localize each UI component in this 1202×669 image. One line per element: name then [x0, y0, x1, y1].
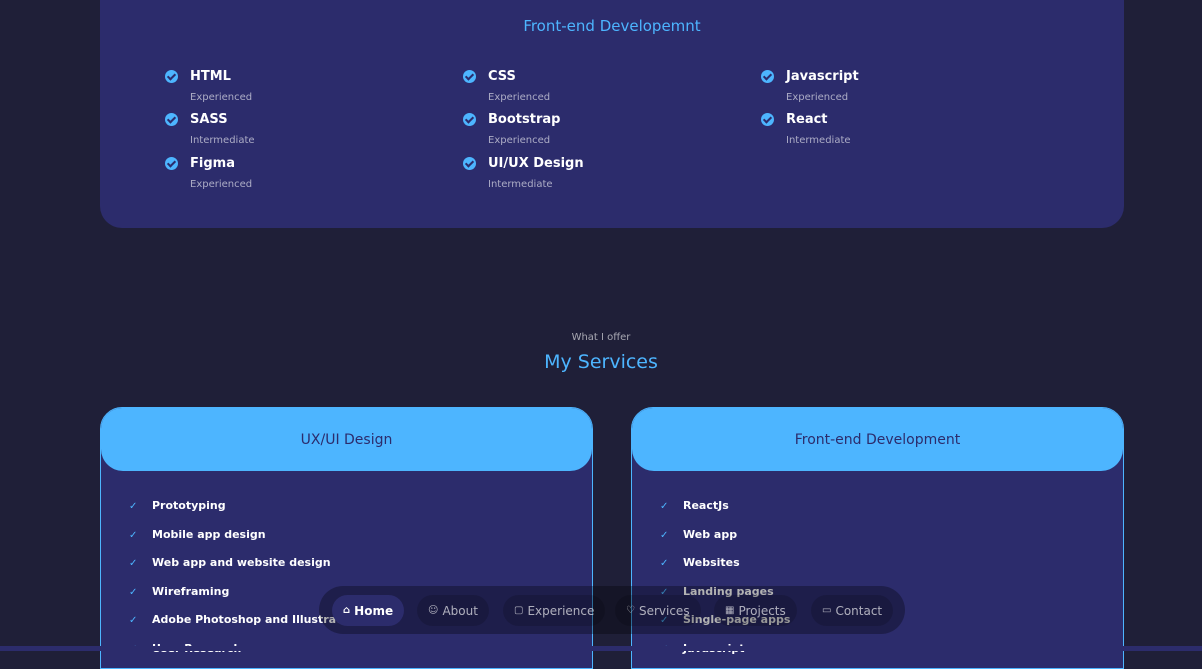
skill-level: Experienced: [786, 92, 849, 103]
nav-projects[interactable]: ▦ Projects: [714, 595, 797, 626]
projects-icon: ▦: [725, 605, 735, 616]
check-badge-icon: [761, 70, 774, 83]
service-card-header: Front-end Development: [632, 408, 1123, 471]
nav-contact[interactable]: ▭ Contact: [811, 595, 894, 626]
services-subtitle: What I offer: [571, 332, 631, 343]
skills-card: Front-end Developemnt HTML Experienced C…: [100, 0, 1124, 228]
check-icon: ✓: [129, 587, 138, 598]
services-title: My Services: [544, 351, 658, 373]
briefcase-icon: ▢: [514, 605, 524, 616]
bottom-divider: [0, 646, 1202, 651]
nav-about[interactable]: ☺ About: [417, 595, 489, 626]
skill-name: React: [786, 112, 828, 127]
skill-level: Intermediate: [190, 135, 255, 146]
check-icon: ✓: [660, 501, 669, 512]
service-card-title: Front-end Development: [794, 431, 961, 448]
check-badge-icon: [165, 70, 178, 83]
nav-label: Experience: [527, 603, 595, 618]
skill-name: SASS: [190, 112, 228, 127]
check-badge-icon: [463, 157, 476, 170]
nav-services[interactable]: ♡ Services: [615, 595, 701, 626]
skill-name: Bootstrap: [488, 112, 561, 127]
skill-name: HTML: [190, 69, 231, 84]
home-icon: ⌂: [343, 605, 351, 616]
check-icon: ✓: [129, 558, 138, 569]
chat-icon: ▭: [822, 605, 832, 616]
skill-name: CSS: [488, 69, 516, 84]
user-icon: ☺: [428, 605, 439, 616]
check-icon: ✓: [129, 615, 138, 626]
nav-label: Services: [638, 603, 690, 618]
skill-level: Experienced: [488, 92, 551, 103]
service-card-title: UX/UI Design: [300, 431, 393, 448]
check-icon: ✓: [660, 558, 669, 569]
check-badge-icon: [165, 157, 178, 170]
check-badge-icon: [463, 113, 476, 126]
service-card-header: UX/UI Design: [101, 408, 592, 471]
nav-label: Home: [354, 603, 394, 618]
skill-level: Intermediate: [786, 135, 851, 146]
nav-label: Projects: [738, 603, 786, 618]
handshake-icon: ♡: [626, 605, 635, 616]
check-icon: ✓: [660, 530, 669, 541]
skill-level: Experienced: [488, 135, 551, 146]
nav-label: About: [442, 603, 478, 618]
check-badge-icon: [165, 113, 178, 126]
floating-nav: ⌂ Home ☺ About ▢ Experience ♡ Services ▦…: [319, 586, 905, 634]
check-badge-icon: [761, 113, 774, 126]
check-icon: ✓: [129, 501, 138, 512]
skill-name: UI/UX Design: [488, 156, 584, 171]
skill-level: Experienced: [190, 92, 253, 103]
skill-name: Javascript: [786, 69, 859, 84]
nav-label: Contact: [835, 603, 883, 618]
skill-name: Figma: [190, 156, 235, 171]
check-icon: ✓: [129, 530, 138, 541]
nav-home[interactable]: ⌂ Home: [332, 595, 405, 626]
nav-experience[interactable]: ▢ Experience: [503, 595, 606, 626]
skill-level: Experienced: [190, 179, 253, 190]
check-badge-icon: [463, 70, 476, 83]
skills-title: Front-end Developemnt: [523, 17, 701, 35]
skill-level: Intermediate: [488, 179, 553, 190]
